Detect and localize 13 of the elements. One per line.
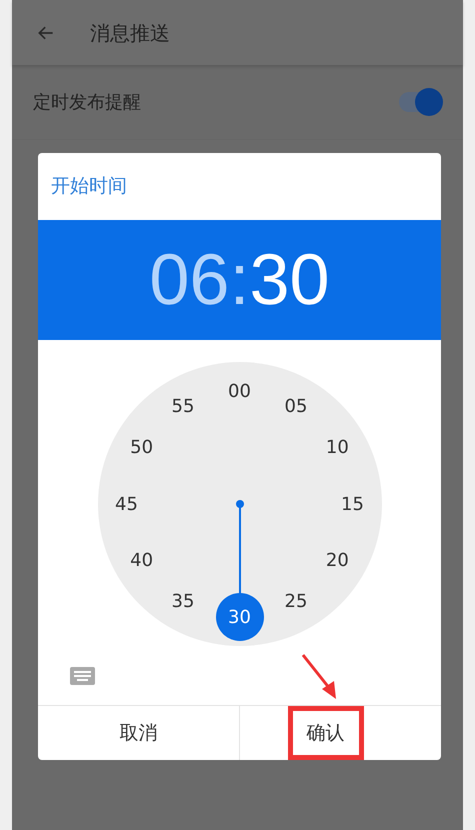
clock-number[interactable]: 00 (216, 367, 264, 415)
dialog-title: 开始时间 (51, 174, 127, 200)
clock-face[interactable]: 00 05 10 15 20 25 30 35 40 45 50 55 (98, 362, 382, 646)
page-title: 消息推送 (90, 20, 170, 46)
dialog-button[interactable]: 取消 (120, 718, 158, 748)
clock-number[interactable]: 15 (328, 480, 376, 528)
keyboard-icon[interactable] (70, 667, 95, 685)
time-separator: : (229, 244, 250, 316)
setting-label: 定时发布提醒 (33, 90, 141, 114)
clock-number[interactable]: 45 (102, 480, 150, 528)
dialog-button[interactable]: 确认 (288, 706, 364, 760)
minute-display[interactable]: 30 (250, 244, 330, 316)
clock-number[interactable]: 30 (216, 593, 264, 641)
